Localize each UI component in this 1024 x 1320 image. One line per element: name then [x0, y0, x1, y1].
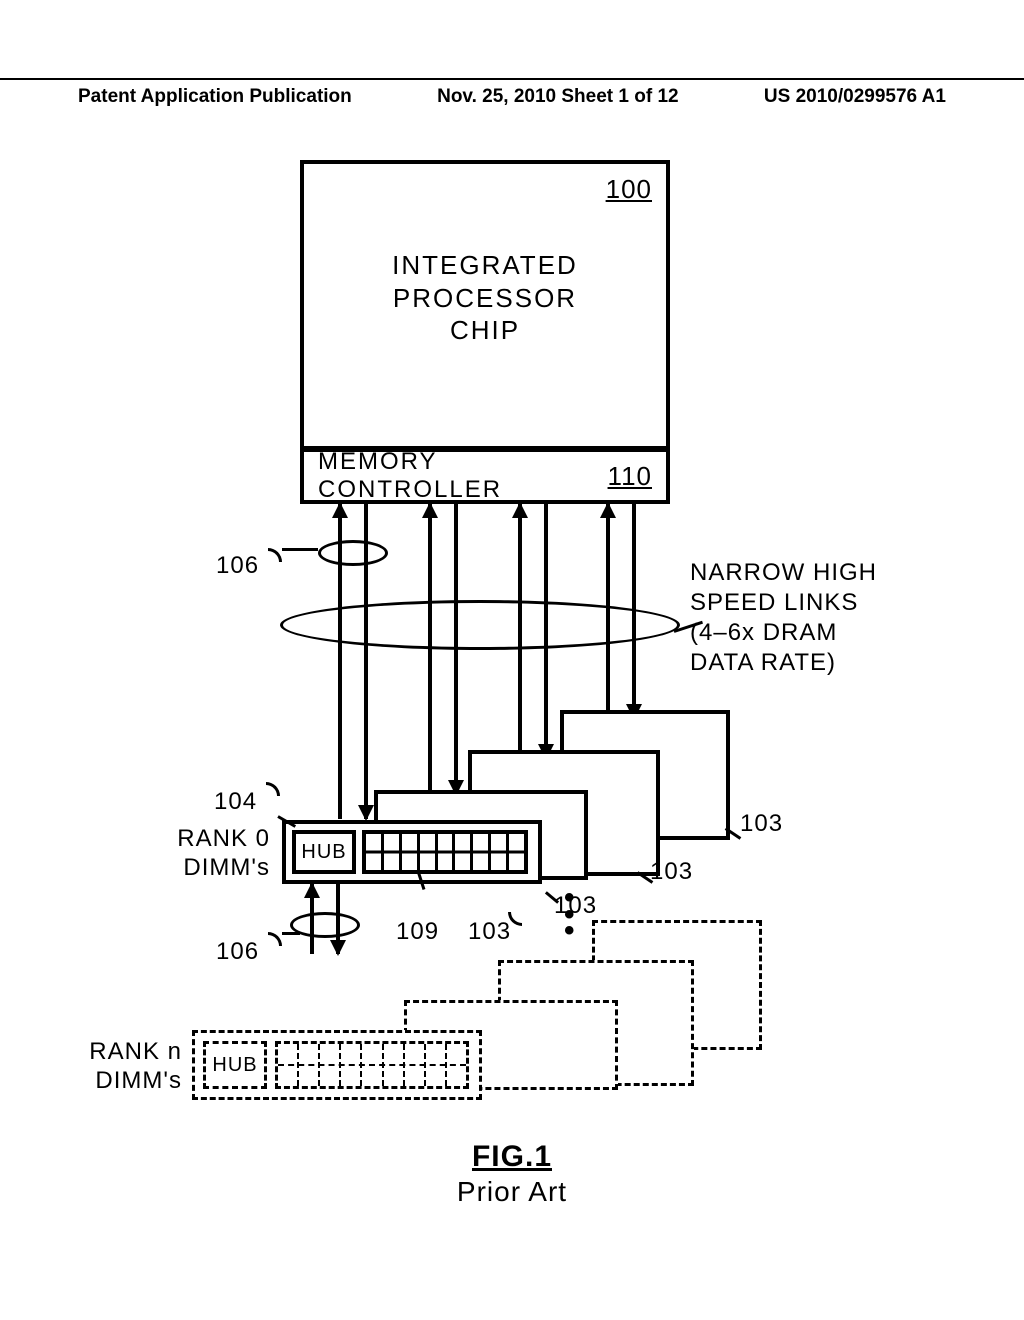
links-ann-l1: NARROW HIGH — [690, 559, 877, 586]
rank0-label: RANK 0 DIMM's — [160, 825, 270, 883]
ref-103-b: 103 — [650, 858, 693, 886]
ref-100: 100 — [606, 174, 652, 205]
ref-103-a: 103 — [740, 810, 783, 838]
hub-box: HUB — [292, 830, 356, 874]
ref-106-bottom: 106 — [216, 938, 259, 966]
prior-art-label: Prior Art — [0, 1176, 1024, 1208]
hook-104 — [266, 782, 280, 796]
dram-slot-row — [362, 830, 528, 874]
chip-label-l1: INTEGRATED — [392, 250, 578, 280]
ref-110: 110 — [608, 461, 652, 492]
ref-104: 104 — [214, 788, 257, 816]
links-annotation: NARROW HIGH SPEED LINKS (4–6x DRAM DATA … — [690, 558, 877, 678]
links-ann-l3: (4–6x DRAM — [690, 619, 837, 646]
links-ann-l4: DATA RATE) — [690, 649, 836, 676]
leader-106-top — [282, 548, 318, 551]
rankn-l1: RANK n — [89, 1038, 182, 1065]
figure-title: FIG.1 Prior Art — [0, 1140, 1024, 1208]
memory-controller-box: MEMORY CONTROLLER 110 — [300, 450, 670, 504]
hub-box-n: HUB — [203, 1041, 267, 1089]
chip-label: INTEGRATED PROCESSOR CHIP — [304, 249, 666, 347]
ellipse-daisy — [290, 912, 360, 938]
figure-number: FIG.1 — [0, 1140, 1024, 1174]
rankn-label: RANK n DIMM's — [78, 1038, 182, 1096]
mc-label: MEMORY CONTROLLER — [318, 448, 608, 504]
rankn-l2: DIMM's — [95, 1067, 182, 1094]
hub-label: HUB — [301, 841, 346, 864]
rank0-dimm-front: HUB — [282, 820, 542, 884]
ellipse-link-small — [318, 540, 388, 566]
ellipsis-dots: ••• — [564, 890, 575, 940]
rank0-l2: DIMM's — [183, 854, 270, 881]
hook-106-top — [268, 548, 282, 562]
figure-1: 100 INTEGRATED PROCESSOR CHIP MEMORY CON… — [0, 0, 1024, 1320]
processor-chip-box: 100 INTEGRATED PROCESSOR CHIP — [300, 160, 670, 450]
rank0-l1: RANK 0 — [177, 825, 270, 852]
ref-106-top: 106 — [216, 552, 259, 580]
rankn-dimm-front: HUB — [192, 1030, 482, 1100]
hook-106-bottom — [268, 932, 282, 946]
leader-106-bottom — [282, 932, 300, 935]
ellipse-links-all — [280, 600, 680, 650]
links-ann-l2: SPEED LINKS — [690, 589, 858, 616]
hub-label-n: HUB — [212, 1054, 257, 1077]
dram-slot-row-n — [275, 1041, 469, 1089]
chip-label-l2: PROCESSOR — [393, 283, 577, 313]
ref-109: 109 — [396, 918, 439, 946]
chip-label-l3: CHIP — [450, 315, 520, 345]
slot-midline — [366, 851, 524, 854]
slot-midline-n — [278, 1064, 466, 1066]
ref-103-c: 103 — [554, 892, 597, 920]
ref-103-d: 103 — [468, 918, 511, 946]
